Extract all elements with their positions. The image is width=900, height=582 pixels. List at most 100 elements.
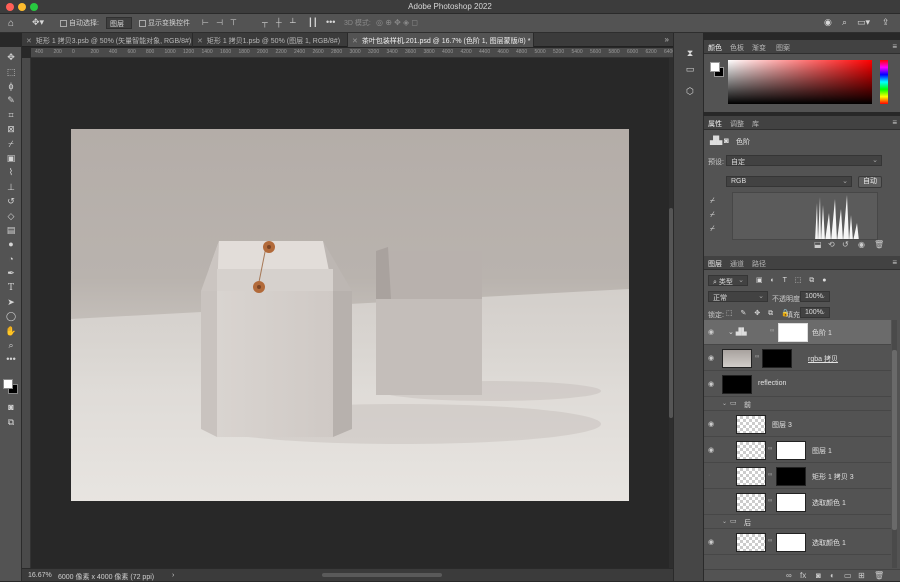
preset-dropdown[interactable]: 自定 ⌄ bbox=[726, 155, 882, 166]
pen-tool-icon[interactable]: ✒ bbox=[4, 267, 18, 279]
fill-input[interactable]: 100% ⌄ bbox=[800, 307, 830, 318]
eyedropper-black-icon[interactable]: ⌿ bbox=[710, 196, 715, 206]
layer-name[interactable]: 图层 1 bbox=[812, 446, 832, 456]
fx-icon[interactable]: fx bbox=[800, 571, 806, 580]
tab-paths[interactable]: 路径 bbox=[752, 259, 766, 269]
hue-slider[interactable] bbox=[880, 60, 888, 104]
distribute-icon[interactable]: ┃┃ bbox=[308, 18, 318, 27]
tab-adjustments[interactable]: 调整 bbox=[730, 119, 744, 129]
layer-thumbnail[interactable] bbox=[736, 467, 766, 486]
new-group-icon[interactable]: ▭ bbox=[844, 571, 852, 580]
history-panel-icon[interactable]: ⧗ bbox=[684, 47, 696, 59]
dodge-tool-icon[interactable]: ◔ bbox=[4, 253, 18, 265]
tab-swatches[interactable]: 色板 bbox=[730, 43, 744, 53]
search-icon[interactable]: ⌕ bbox=[842, 17, 847, 28]
status-menu-icon[interactable]: › bbox=[172, 572, 174, 579]
user-icon[interactable]: ◉ bbox=[824, 17, 832, 28]
vertical-ruler[interactable] bbox=[22, 58, 31, 568]
quick-select-tool-icon[interactable]: ✎ bbox=[4, 94, 18, 106]
canvas-horizontal-scrollbar[interactable] bbox=[322, 573, 442, 577]
layer-thumbnail[interactable] bbox=[736, 493, 766, 512]
expand-chevron-icon[interactable]: ⌄ bbox=[722, 400, 727, 407]
tab-properties[interactable]: 属性 bbox=[708, 119, 722, 129]
visibility-toggle-icon[interactable]: ◉ bbox=[858, 240, 865, 249]
visibility-eye-icon[interactable]: · bbox=[708, 472, 716, 479]
tab-channels[interactable]: 通道 bbox=[730, 259, 744, 269]
layer-group-row[interactable]: ⌄ ▭ 后 bbox=[704, 516, 891, 529]
close-tab-icon[interactable]: ✕ bbox=[197, 38, 203, 45]
layer-thumbnail[interactable] bbox=[722, 349, 752, 368]
marquee-tool-icon[interactable]: ⬚ bbox=[4, 66, 18, 78]
close-tab-icon[interactable]: ✕ bbox=[26, 38, 32, 45]
layer-mask-thumbnail[interactable] bbox=[776, 467, 806, 486]
eyedropper-tool-icon[interactable]: ⌿ bbox=[4, 138, 18, 150]
foreground-swatch[interactable] bbox=[710, 62, 720, 72]
align-left-icon[interactable]: ⊢ bbox=[202, 18, 209, 27]
frame-tool-icon[interactable]: ⊠ bbox=[4, 123, 18, 135]
panel-menu-icon[interactable]: ≡ bbox=[892, 118, 897, 127]
panel-menu-icon[interactable]: ≡ bbox=[892, 42, 897, 51]
close-tab-icon[interactable]: ✕ bbox=[352, 38, 358, 45]
expand-chevron-icon[interactable]: ⌄ bbox=[722, 518, 727, 525]
reset-icon[interactable]: ↺ bbox=[842, 240, 849, 249]
layer-thumbnail[interactable] bbox=[736, 441, 766, 460]
layer-row[interactable]: ◉ 图层 3 bbox=[704, 412, 891, 437]
levels-histogram[interactable] bbox=[732, 192, 878, 240]
align-middle-icon[interactable]: ┼ bbox=[276, 18, 282, 27]
document-tab[interactable]: ✕ 矩形 1 拷贝1.psb @ 50% (图层 1, RGB/8#) bbox=[193, 33, 348, 47]
layer-name[interactable]: 选取颜色 1 bbox=[812, 538, 846, 548]
3d-rotate-icon[interactable]: ◎ ⊕ ✥ ◈ ◻ bbox=[376, 18, 418, 27]
align-right-icon[interactable]: ⊤ bbox=[230, 18, 237, 27]
zoom-level[interactable]: 16.67% bbox=[28, 572, 52, 579]
workspace-icon[interactable]: ▭▾ bbox=[857, 17, 870, 28]
crop-tool-icon[interactable]: ⌗ bbox=[4, 109, 18, 121]
healing-brush-icon[interactable]: ▣ bbox=[4, 152, 18, 164]
add-mask-icon[interactable]: ◙ bbox=[816, 571, 821, 580]
layer-name[interactable]: 图层 3 bbox=[772, 420, 792, 430]
hand-tool-icon[interactable]: ✋ bbox=[4, 325, 18, 337]
layer-mask-thumbnail[interactable] bbox=[776, 441, 806, 460]
delete-layer-icon[interactable]: 🗑 bbox=[874, 571, 884, 580]
layer-name[interactable]: reflection bbox=[758, 380, 786, 387]
tab-color[interactable]: 颜色 bbox=[708, 43, 722, 53]
layer-row[interactable]: ◉ ∞ 选取颜色 1 bbox=[704, 530, 891, 555]
layer-name[interactable]: rgba 拷贝 bbox=[808, 354, 838, 364]
opacity-input[interactable]: 100% ⌄ bbox=[800, 291, 830, 302]
layer-mask-thumbnail[interactable] bbox=[762, 349, 792, 368]
align-top-icon[interactable]: ┬ bbox=[262, 18, 268, 27]
edit-toolbar-icon[interactable]: ••• bbox=[4, 353, 18, 365]
color-field[interactable] bbox=[728, 60, 872, 104]
show-transform-checkbox[interactable]: 显示变换控件 bbox=[139, 18, 190, 28]
group-name[interactable]: 后 bbox=[744, 518, 751, 528]
visibility-eye-icon[interactable]: · bbox=[708, 498, 716, 505]
visibility-eye-icon[interactable]: ◉ bbox=[708, 420, 716, 428]
layer-row[interactable]: ◉ ⌄ ▟▙ ∞ 色阶 1 bbox=[704, 320, 891, 345]
blend-mode-dropdown[interactable]: 正常 ⌄ bbox=[708, 291, 768, 302]
layer-group-row[interactable]: ⌄ ▭ 前 bbox=[704, 398, 891, 411]
comments-panel-icon[interactable]: ▭ bbox=[684, 63, 696, 75]
clip-to-layer-icon[interactable]: ⬓ bbox=[814, 240, 822, 249]
layer-thumbnail[interactable] bbox=[736, 415, 766, 434]
layer-row[interactable]: · ∞ 选取颜色 1 bbox=[704, 490, 891, 515]
visibility-eye-icon[interactable]: ◉ bbox=[708, 538, 716, 546]
move-tool-icon[interactable]: ✥ bbox=[4, 51, 18, 63]
type-tool-icon[interactable]: T bbox=[4, 282, 18, 294]
tab-overflow-icon[interactable]: » bbox=[665, 35, 669, 44]
clone-stamp-icon[interactable]: ⊥ bbox=[4, 181, 18, 193]
shape-tool-icon[interactable]: ◯ bbox=[4, 310, 18, 322]
screen-mode-icon[interactable]: ⧉ bbox=[4, 416, 18, 428]
home-icon[interactable]: ⌂ bbox=[8, 18, 14, 29]
layer-row[interactable]: ◉ ∞ 图层 1 bbox=[704, 438, 891, 463]
path-select-icon[interactable]: ➤ bbox=[4, 296, 18, 308]
more-options-icon[interactable]: ••• bbox=[326, 17, 335, 27]
share-icon[interactable]: ⇪ bbox=[882, 17, 890, 28]
align-center-icon[interactable]: ⊣ bbox=[216, 18, 223, 27]
layer-mask-thumbnail[interactable] bbox=[776, 533, 806, 552]
auto-select-checkbox[interactable]: 自动选择: bbox=[60, 18, 99, 28]
visibility-eye-icon[interactable]: ◉ bbox=[708, 328, 716, 336]
foreground-color-swatch[interactable] bbox=[3, 379, 13, 389]
3d-panel-icon[interactable]: ⬡ bbox=[684, 85, 696, 97]
layer-row[interactable]: · ∞ 矩形 1 拷贝 3 bbox=[704, 464, 891, 489]
blur-tool-icon[interactable]: ● bbox=[4, 238, 18, 250]
mask-icon[interactable]: ◙ bbox=[724, 136, 729, 145]
